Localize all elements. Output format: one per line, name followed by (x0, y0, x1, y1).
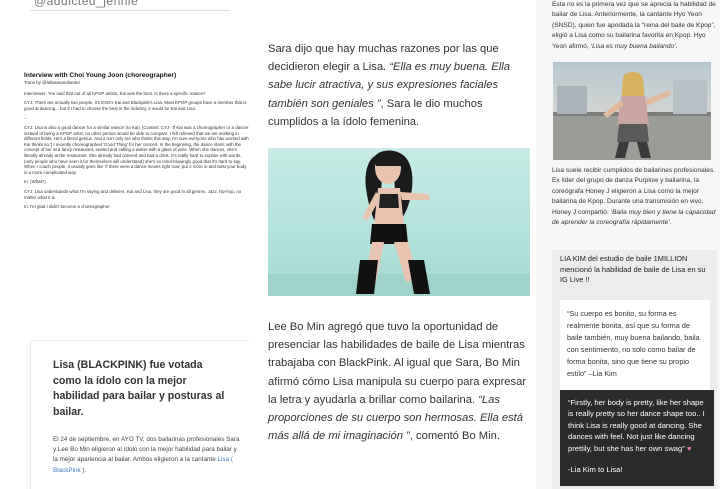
lia-kim-quote-card: LIA KIM del estudio de baile 1MILLION me… (552, 250, 717, 489)
lisa-rooftop-photo (553, 62, 711, 160)
english-quote-box: “Firstly, her body is pretty, like her s… (560, 390, 714, 486)
interview-line: CYJ: There are actually two people, it's… (24, 100, 247, 111)
article-body: El 24 de septiembre, en AYO TV, dos bail… (53, 435, 243, 476)
article-headline: Lisa (BLACKPINK) fue votada como la ídol… (53, 359, 225, 418)
interview-transcript: Interview with Choi Young Joon (choreogr… (24, 72, 250, 214)
interview-line: CYJ: Lisa understands what I'm saying an… (24, 188, 242, 200)
heart-icon: ♥ (686, 443, 692, 453)
english-quote: “Firstly, her body is pretty, like her s… (568, 398, 705, 453)
sara-paragraph: Sara dijo que hay muchas razones por las… (268, 40, 530, 131)
dancer-figure (356, 150, 430, 294)
watermark-handle: @addicted_jennie (34, 0, 139, 8)
article-card: Lisa (BLACKPINK) fue votada como la ídol… (30, 340, 250, 489)
interview-line: Interviewer: You said that out of all KP… (24, 90, 206, 96)
quote-signature: -Lia Kim to Lisa! (568, 465, 623, 475)
rooftop-figure (553, 72, 711, 160)
interview-line: ... (24, 115, 28, 121)
hyo-yeon-quote: ‘Lisa es muy buena bailando’. (590, 42, 678, 50)
interview-translator: Trans by @lalisamanoban64 (24, 80, 80, 85)
bo-min-paragraph: Lee Bo Min agregó que tuvo la oportunida… (268, 318, 530, 445)
divider (30, 10, 230, 11)
spanish-quote: “Su cuerpo es bonito, su forma es realme… (567, 309, 700, 378)
interview-line: In: (What?) (24, 179, 46, 185)
left-column: @addicted_jennie Interview with Choi You… (0, 0, 252, 489)
interview-line: CYJ: Lisa is also a good dancer for a si… (24, 124, 249, 175)
article-body-end: ). (80, 466, 87, 474)
article-body-text: El 24 de septiembre, en AYO TV, dos bail… (53, 436, 240, 464)
hyo-yeon-paragraph: Esta no es la primera vez que se aprecia… (552, 0, 716, 52)
interview-title: Interview with Choi Young Joon (choreogr… (24, 72, 177, 79)
bo-min-text-end: , comentó Bo Min. (409, 430, 500, 443)
lia-kim-header: LIA KIM del estudio de baile 1MILLION me… (560, 254, 706, 285)
interview-line: In: I'm glad I didn't become a choreogra… (24, 204, 111, 210)
lisa-dance-photo (268, 148, 530, 296)
honey-j-paragraph: Lisa suele recibir cumplidos de bailarin… (552, 166, 716, 228)
middle-column: Sara dijo que hay muchas razones por las… (252, 0, 536, 489)
